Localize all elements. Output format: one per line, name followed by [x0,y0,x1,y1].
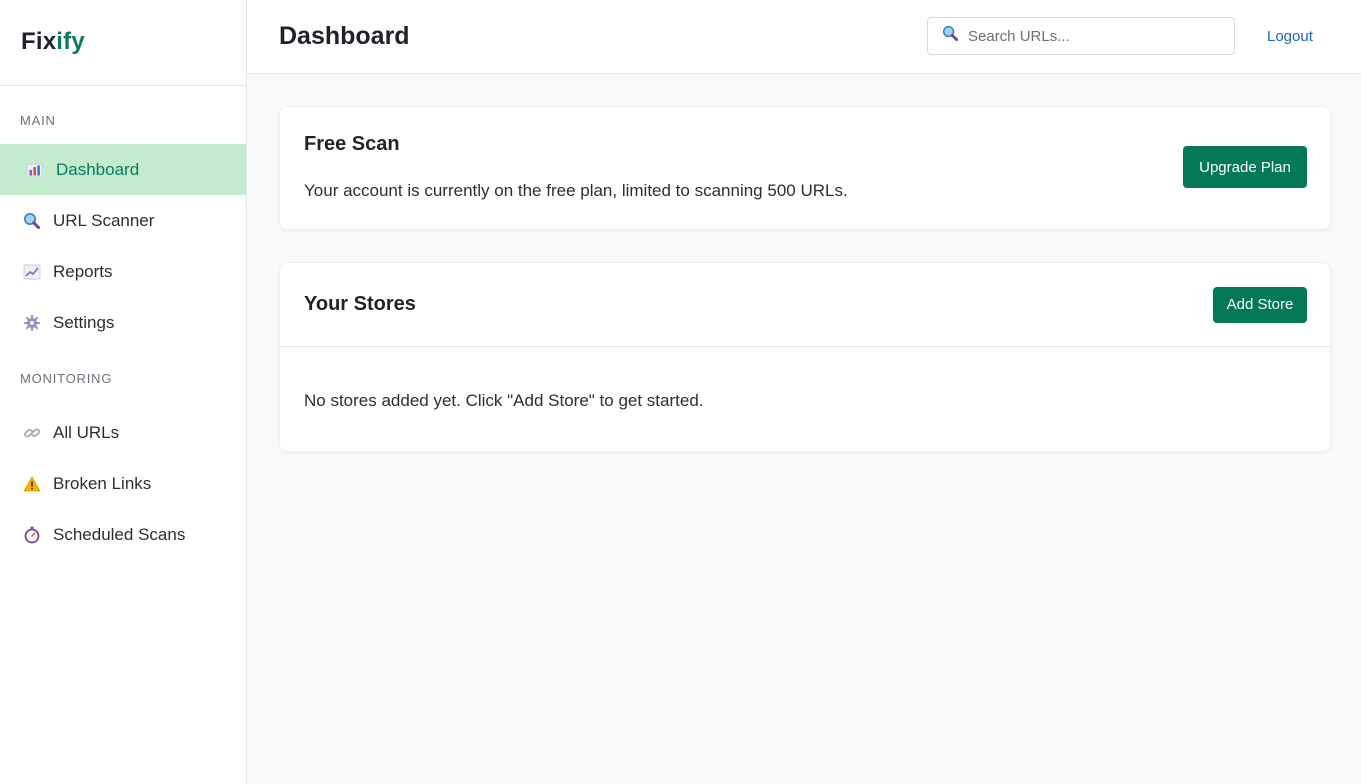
app: Fixify MAIN Dashboard URL Scanner Report… [0,0,1361,784]
logout-link[interactable]: Logout [1267,28,1313,45]
brand-part1: Fix [21,28,57,55]
section-label-monitoring: MONITORING [20,371,113,386]
content: Free Scan Your account is currently on t… [247,74,1361,452]
sidebar-item-label: Dashboard [56,159,140,179]
bar-chart-icon [26,161,44,179]
free-scan-text: Your account is currently on the free pl… [304,181,848,200]
sidebar-item-label: Scheduled Scans [53,524,186,544]
stores-empty-message: No stores added yet. Click "Add Store" t… [304,391,704,410]
sidebar-item-label: Settings [53,312,115,332]
search-box[interactable] [927,17,1235,55]
link-icon [23,424,41,442]
gear-icon [23,314,41,332]
stores-title: Your Stores [304,293,416,315]
sidebar: Fixify MAIN Dashboard URL Scanner Report… [0,0,247,784]
brand-logo[interactable]: Fixify [0,0,246,86]
sidebar-item-settings[interactable]: Settings [0,297,246,348]
free-scan-title: Free Scan [304,133,400,155]
upgrade-plan-button[interactable]: Upgrade Plan [1183,146,1307,188]
page-title: Dashboard [279,22,410,50]
add-store-button[interactable]: Add Store [1213,286,1307,323]
magnifier-icon [23,212,41,230]
stopwatch-icon [23,526,41,544]
line-chart-icon [23,263,41,281]
sidebar-item-all-urls[interactable]: All URLs [0,407,246,458]
sidebar-item-scheduled-scans[interactable]: Scheduled Scans [0,509,246,560]
warning-icon [23,475,41,493]
section-label-main: MAIN [20,113,56,128]
stores-card: Your Stores Add Store No stores added ye… [279,262,1331,452]
sidebar-item-label: Broken Links [53,473,152,493]
sidebar-item-url-scanner[interactable]: URL Scanner [0,195,246,246]
sidebar-item-broken-links[interactable]: Broken Links [0,458,246,509]
free-scan-card: Free Scan Your account is currently on t… [279,106,1331,230]
sidebar-item-label: URL Scanner [53,210,155,230]
main-area: Dashboard Logout Free Scan Your account … [247,0,1361,784]
sidebar-item-label: All URLs [53,422,120,442]
brand-part2: ify [56,28,85,55]
search-input[interactable] [968,27,1208,45]
sidebar-item-reports[interactable]: Reports [0,246,246,297]
search-icon [942,25,959,47]
sidebar-item-dashboard[interactable]: Dashboard [0,144,246,195]
stores-header: Your Stores Add Store [280,263,1330,347]
sidebar-item-label: Reports [53,261,113,281]
topbar: Dashboard Logout [247,0,1361,74]
